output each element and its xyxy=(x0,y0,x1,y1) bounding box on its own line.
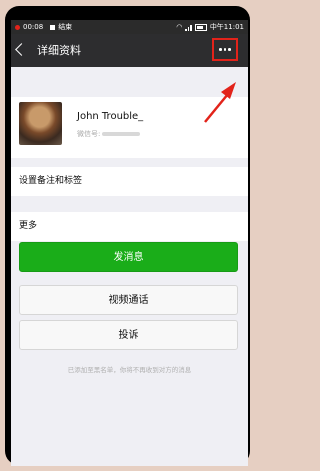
dot-icon xyxy=(228,48,231,51)
status-bar: 00:08 结束 ◠ 中午11:01 xyxy=(11,20,248,34)
avatar[interactable] xyxy=(19,102,62,145)
app-screen: 00:08 结束 ◠ 中午11:01 详细资料 John Trouble_ 微信… xyxy=(11,20,248,466)
blacklist-hint: 已添加至黑名单，你将不再收到对方的消息 xyxy=(67,366,192,374)
dot-icon xyxy=(223,48,227,51)
back-arrow-icon[interactable] xyxy=(15,43,28,56)
clock-label: 中午11:01 xyxy=(209,23,244,31)
wechat-id: 微信号: xyxy=(77,129,141,139)
title-bar: 详细资料 xyxy=(11,34,248,67)
wechat-id-redacted xyxy=(102,132,141,136)
send-message-button[interactable]: 发消息 xyxy=(19,242,238,272)
status-right: ◠ 中午11:01 xyxy=(176,20,244,34)
stop-icon xyxy=(50,24,56,30)
wechat-id-label: 微信号: xyxy=(77,130,101,138)
record-dot-icon xyxy=(15,24,20,30)
remark-tags-item[interactable]: 设置备注和标签 xyxy=(11,167,248,196)
signal-icon xyxy=(185,24,192,31)
status-time: 00:08 xyxy=(23,23,44,31)
battery-icon xyxy=(194,23,207,31)
wifi-icon: ◠ xyxy=(176,23,183,31)
recording-label: 结束 xyxy=(58,23,73,31)
profile-name: John Trouble_ xyxy=(77,111,144,122)
profile-card[interactable]: John Trouble_ 微信号: xyxy=(11,97,248,158)
more-options-button[interactable] xyxy=(212,38,238,61)
dot-icon xyxy=(219,48,222,51)
status-left: 00:08 结束 xyxy=(15,20,72,34)
more-item[interactable]: 更多 xyxy=(11,212,248,241)
video-call-button[interactable]: 视频通话 xyxy=(19,285,238,315)
report-button[interactable]: 投诉 xyxy=(19,320,238,350)
page-title: 详细资料 xyxy=(37,44,81,57)
